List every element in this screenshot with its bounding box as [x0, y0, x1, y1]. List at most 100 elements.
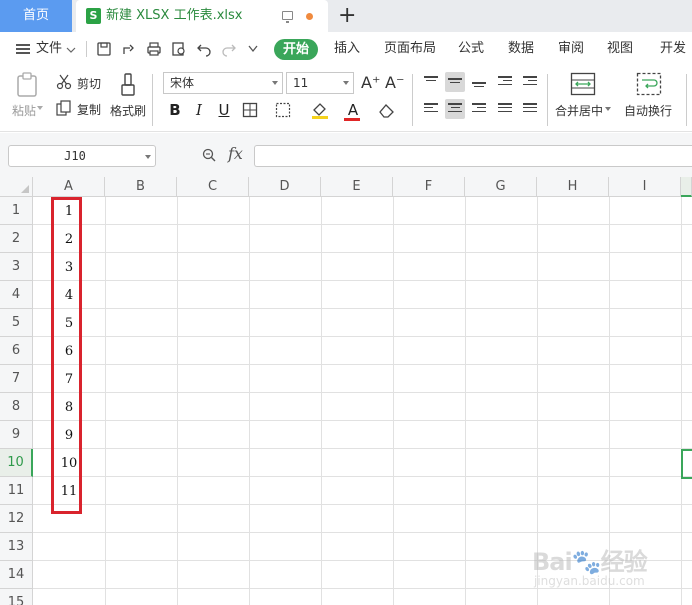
gridline	[33, 476, 692, 477]
align-left-button[interactable]	[421, 99, 441, 119]
unsaved-dot-icon	[306, 13, 313, 20]
align-middle-button[interactable]	[445, 72, 465, 92]
merge-dropdown-icon[interactable]	[605, 107, 611, 112]
file-menu[interactable]: 文件	[36, 32, 62, 66]
copy-icon[interactable]	[56, 100, 72, 116]
gridline	[465, 197, 466, 605]
gridline	[33, 420, 692, 421]
row-header[interactable]: 8	[0, 393, 33, 421]
document-tab[interactable]: S 新建 XLSX 工作表.xlsx	[76, 0, 328, 32]
copy-label[interactable]: 复制	[77, 101, 101, 118]
column-header[interactable]: I	[609, 177, 681, 197]
distributed-align-button[interactable]	[520, 99, 540, 119]
row-header[interactable]: 9	[0, 421, 33, 449]
row-header[interactable]: 3	[0, 253, 33, 281]
tab-home-start[interactable]: 开始	[274, 39, 318, 60]
gridline	[33, 532, 692, 533]
paste-dropdown-icon[interactable]	[37, 106, 43, 111]
decrease-indent-button[interactable]	[495, 72, 515, 92]
active-cell-j10[interactable]	[681, 449, 692, 479]
tab-insert[interactable]: 插入	[334, 32, 360, 66]
row-header[interactable]: 5	[0, 309, 33, 337]
export-icon[interactable]	[121, 41, 137, 57]
row-header[interactable]: 1	[0, 197, 33, 225]
column-header-j[interactable]	[681, 177, 692, 197]
save-icon[interactable]	[96, 41, 112, 57]
row-header[interactable]: 4	[0, 281, 33, 309]
row-header[interactable]: 6	[0, 337, 33, 365]
chevron-down-icon[interactable]	[66, 47, 76, 53]
column-header[interactable]: D	[249, 177, 321, 197]
fx-icon[interactable]: fx	[228, 144, 243, 163]
merge-center-label[interactable]: 合并居中	[555, 102, 603, 119]
font-name-value: 宋体	[170, 76, 195, 90]
cut-label[interactable]: 剪切	[77, 75, 101, 92]
row-header[interactable]: 7	[0, 365, 33, 393]
border-icon[interactable]	[242, 102, 258, 118]
font-color-button[interactable]: A	[343, 100, 363, 120]
row-header[interactable]: 2	[0, 225, 33, 253]
wrap-text-icon[interactable]	[636, 72, 662, 96]
column-header[interactable]: E	[321, 177, 393, 197]
tab-formulas[interactable]: 公式	[458, 32, 484, 66]
quick-access-dropdown-icon[interactable]	[248, 45, 258, 53]
paste-label[interactable]: 粘贴	[12, 102, 36, 119]
tab-view[interactable]: 视图	[607, 32, 633, 66]
column-header[interactable]: H	[537, 177, 609, 197]
italic-button[interactable]: I	[189, 100, 209, 120]
align-right-button[interactable]	[469, 99, 489, 119]
row-header[interactable]: 14	[0, 561, 33, 589]
fill-color-icon[interactable]	[310, 100, 330, 120]
scissors-icon[interactable]	[56, 74, 72, 90]
print-preview-icon[interactable]	[171, 41, 187, 57]
justify-button[interactable]	[495, 99, 515, 119]
format-painter-icon[interactable]	[117, 72, 139, 98]
gridline	[33, 364, 692, 365]
row-header-active[interactable]: 10	[0, 449, 33, 477]
row-header[interactable]: 11	[0, 477, 33, 505]
font-size-select[interactable]: 11	[286, 72, 354, 94]
column-header[interactable]: A	[33, 177, 105, 197]
tab-developer[interactable]: 开发工	[660, 32, 692, 90]
column-header[interactable]: G	[465, 177, 537, 197]
merge-center-icon[interactable]	[570, 72, 596, 96]
gridline	[33, 504, 692, 505]
gridline	[681, 197, 682, 605]
hamburger-menu-icon[interactable]	[16, 44, 30, 54]
column-header[interactable]: B	[105, 177, 177, 197]
column-header[interactable]: C	[177, 177, 249, 197]
align-bottom-button[interactable]	[469, 72, 489, 92]
align-center-button[interactable]	[445, 99, 465, 119]
bold-button[interactable]: B	[165, 100, 185, 120]
highlight-annotation-box	[51, 197, 82, 514]
name-box[interactable]: J10	[8, 145, 156, 167]
paste-icon[interactable]	[16, 72, 38, 98]
wrap-text-label[interactable]: 自动换行	[624, 102, 672, 119]
monitor-icon[interactable]	[282, 11, 293, 23]
row-header[interactable]: 12	[0, 505, 33, 533]
title-tab-bar: 首页 S 新建 XLSX 工作表.xlsx +	[0, 0, 692, 32]
redo-icon[interactable]	[221, 41, 237, 57]
increase-indent-button[interactable]	[520, 72, 540, 92]
undo-icon[interactable]	[196, 41, 212, 57]
home-tab[interactable]: 首页	[0, 0, 72, 32]
tab-data[interactable]: 数据	[508, 32, 534, 66]
align-top-button[interactable]	[421, 72, 441, 92]
zoom-icon[interactable]	[202, 148, 216, 162]
grow-font-button[interactable]: A⁺	[361, 73, 380, 92]
row-header[interactable]: 15	[0, 589, 33, 605]
formula-input[interactable]	[254, 145, 692, 167]
font-name-select[interactable]: 宋体	[163, 72, 283, 94]
shrink-font-button[interactable]: A⁻	[385, 73, 404, 92]
row-header[interactable]: 13	[0, 533, 33, 561]
column-header[interactable]: F	[393, 177, 465, 197]
new-tab-button[interactable]: +	[338, 4, 356, 28]
fill-pattern-icon[interactable]	[275, 102, 291, 118]
tab-page-layout[interactable]: 页面布局	[384, 32, 436, 66]
underline-button[interactable]: U	[214, 100, 234, 120]
select-all-corner[interactable]	[0, 177, 33, 197]
print-icon[interactable]	[146, 41, 162, 57]
format-painter-label[interactable]: 格式刷	[110, 102, 146, 119]
eraser-icon[interactable]	[378, 102, 396, 118]
tab-review[interactable]: 审阅	[558, 32, 584, 66]
